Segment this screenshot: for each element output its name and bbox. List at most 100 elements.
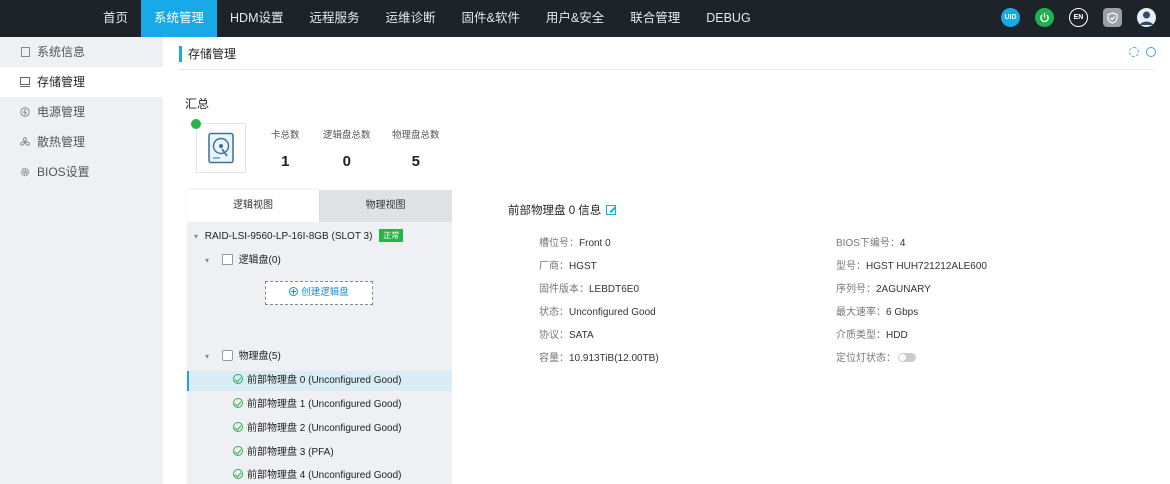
- detail-bios-index: BIOS下编号：4: [836, 234, 905, 249]
- sidebar-item-storage[interactable]: 存储管理: [0, 67, 163, 97]
- gear-icon: [20, 167, 30, 177]
- detail-key: 槽位号：: [539, 238, 579, 249]
- main-content: 存储管理 汇总 卡总数 1 逻辑盘总数 0 物理盘总数 5 逻辑视图 物理视图 …: [163, 37, 1170, 484]
- nav-user-security[interactable]: 用户&安全: [533, 0, 617, 37]
- main-nav: 首页 系统管理 HDM设置 远程服务 运维诊断 固件&软件 用户&安全 联合管理…: [90, 0, 764, 37]
- tree-controller-node[interactable]: ▾ RAID-LSI-9560-LP-16I-8GB (SLOT 3) 正常: [187, 227, 452, 247]
- sidebar-item-label: 系统信息: [37, 45, 86, 59]
- create-logical-disk-button[interactable]: 创建逻辑盘: [265, 281, 373, 305]
- title-tools: [1129, 47, 1156, 57]
- detail-max-speed: 最大速率：6 Gbps: [836, 303, 918, 318]
- stat-card-count: 卡总数 1: [271, 127, 300, 170]
- sidebar: 系统信息 存储管理 电源管理 散热管理 BIOS设置: [0, 37, 163, 484]
- logical-group-label: 逻辑盘(0): [238, 255, 281, 266]
- create-logical-disk-label: 创建逻辑盘: [301, 287, 349, 298]
- detail-key: 容量：: [539, 353, 569, 364]
- storage-icon: [20, 77, 30, 87]
- security-shield-icon[interactable]: [1103, 8, 1122, 27]
- tree-disk-item[interactable]: 前部物理盘 2 (Unconfigured Good): [187, 419, 452, 439]
- check-circle-icon: [233, 469, 243, 479]
- stat-value: 0: [342, 153, 351, 170]
- tree-physical-group[interactable]: ▾ 物理盘(5): [187, 347, 452, 367]
- tree-disk-item[interactable]: 前部物理盘 0 (Unconfigured Good): [187, 371, 452, 391]
- detail-key: 介质类型：: [836, 330, 886, 341]
- edit-icon[interactable]: [606, 205, 617, 215]
- tree-logical-group[interactable]: ▾ 逻辑盘(0): [187, 251, 452, 271]
- storage-tree: ▾ RAID-LSI-9560-LP-16I-8GB (SLOT 3) 正常 ▾…: [187, 222, 452, 469]
- detail-slot: 槽位号：Front 0: [539, 234, 611, 249]
- nav-system-management[interactable]: 系统管理: [141, 0, 218, 37]
- stat-value: 1: [281, 153, 290, 170]
- physical-disk-icon: [221, 350, 233, 361]
- title-divider: [179, 69, 1154, 70]
- disk-card: [196, 123, 246, 173]
- detail-state: 状态：Unconfigured Good: [539, 303, 656, 318]
- page-title: 存储管理: [179, 46, 236, 62]
- detail-key: 最大速率：: [836, 307, 886, 318]
- detail-capacity: 容量：10.913TiB(12.00TB): [539, 349, 659, 364]
- sidebar-item-power[interactable]: 电源管理: [0, 97, 163, 127]
- detail-key: 序列号：: [836, 284, 876, 295]
- add-circle-icon: [289, 287, 299, 296]
- locator-led-toggle[interactable]: [898, 353, 916, 362]
- tree-disk-item[interactable]: 前部物理盘 1 (Unconfigured Good): [187, 395, 452, 415]
- refresh-icon[interactable]: [1129, 47, 1139, 57]
- disk-label: 前部物理盘 3 (PFA): [247, 447, 334, 458]
- check-circle-icon: [233, 446, 243, 456]
- tab-physical-view[interactable]: 物理视图: [319, 190, 452, 222]
- stat-logical-disk-count: 逻辑盘总数 0: [323, 127, 371, 170]
- chevron-down-icon[interactable]: ▾: [205, 251, 213, 271]
- nav-firmware-software[interactable]: 固件&软件: [449, 0, 533, 37]
- nav-home[interactable]: 首页: [90, 0, 141, 37]
- logical-disk-icon: [221, 254, 233, 265]
- detail-serial: 序列号：2AGUNARY: [836, 280, 931, 295]
- detail-value: LEBDT6E0: [589, 284, 640, 295]
- check-circle-icon: [233, 422, 243, 432]
- detail-value: HGST HUH721212ALE600: [866, 261, 987, 272]
- hard-disk-icon: [208, 132, 234, 164]
- help-icon[interactable]: [1146, 47, 1156, 57]
- detail-key: 固件版本：: [539, 284, 589, 295]
- nav-hdm-settings[interactable]: HDM设置: [217, 0, 296, 37]
- doc-icon: [20, 47, 30, 57]
- tree-disk-item[interactable]: 前部物理盘 4 (Unconfigured Good): [187, 467, 452, 484]
- sidebar-item-label: BIOS设置: [37, 165, 90, 179]
- tree-disk-item[interactable]: 前部物理盘 3 (PFA): [187, 443, 452, 463]
- fan-icon: [20, 137, 30, 147]
- physical-group-label: 物理盘(5): [238, 351, 281, 362]
- nav-remote-service[interactable]: 远程服务: [297, 0, 373, 37]
- detail-value: 2AGUNARY: [876, 284, 931, 295]
- check-circle-icon: [233, 398, 243, 408]
- tab-logical-view[interactable]: 逻辑视图: [187, 190, 319, 222]
- view-tabs: 逻辑视图 物理视图: [187, 190, 452, 222]
- detail-media-type: 介质类型：HDD: [836, 326, 908, 341]
- power-icon: [20, 107, 30, 117]
- chevron-down-icon[interactable]: ▾: [205, 347, 213, 367]
- detail-model: 型号：HGST HUH721212ALE600: [836, 257, 987, 272]
- power-icon[interactable]: [1035, 8, 1054, 27]
- detail-locator-led: 定位灯状态：: [836, 349, 916, 364]
- nav-debug[interactable]: DEBUG: [693, 0, 763, 37]
- sidebar-item-cooling[interactable]: 散热管理: [0, 127, 163, 157]
- detail-key: BIOS下编号：: [836, 238, 900, 249]
- detail-value: HGST: [569, 261, 597, 272]
- uid-icon[interactable]: UID: [1001, 8, 1020, 27]
- sidebar-item-label: 存储管理: [37, 75, 86, 89]
- language-icon[interactable]: EN: [1069, 8, 1088, 27]
- chevron-down-icon[interactable]: ▾: [194, 227, 202, 247]
- detail-protocol: 协议：SATA: [539, 326, 594, 341]
- detail-key: 协议：: [539, 330, 569, 341]
- sidebar-item-bios[interactable]: BIOS设置: [0, 157, 163, 187]
- stat-label: 逻辑盘总数: [323, 130, 371, 141]
- user-avatar-icon[interactable]: [1137, 8, 1156, 27]
- sidebar-item-system-info[interactable]: 系统信息: [0, 37, 163, 67]
- controller-name: RAID-LSI-9560-LP-16I-8GB (SLOT 3): [204, 231, 373, 242]
- top-icon-bar: UID EN: [1001, 8, 1156, 27]
- nav-diagnostics[interactable]: 运维诊断: [373, 0, 449, 37]
- disk-label: 前部物理盘 1 (Unconfigured Good): [247, 399, 402, 410]
- detail-firmware: 固件版本：LEBDT6E0: [539, 280, 639, 295]
- nav-federation[interactable]: 联合管理: [617, 0, 693, 37]
- detail-key: 厂商：: [539, 261, 569, 272]
- status-indicator: [191, 119, 201, 129]
- detail-value: 4: [899, 238, 906, 249]
